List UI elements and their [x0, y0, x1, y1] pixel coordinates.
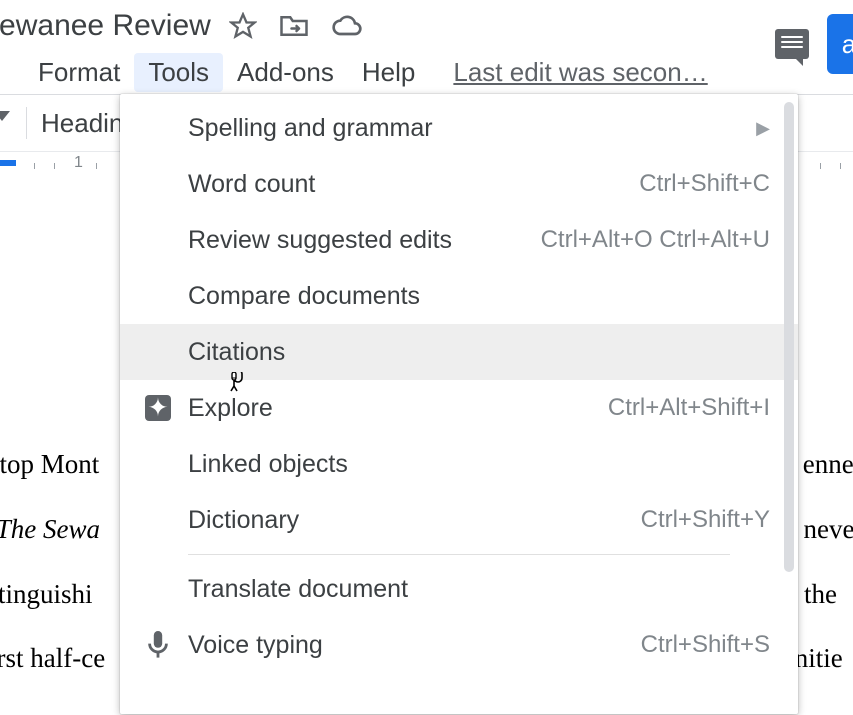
menu-explore[interactable]: ✦ Explore Ctrl+Alt+Shift+I — [120, 380, 798, 436]
doc-text: istinguishi — [0, 579, 93, 609]
star-icon[interactable] — [229, 12, 257, 40]
menu-label: Translate document — [188, 575, 408, 604]
menu-addons[interactable]: Add-ons — [223, 53, 348, 92]
last-edit-link[interactable]: Last edit was secon… — [453, 57, 707, 88]
menu-format[interactable]: Format — [24, 53, 134, 92]
menu-label: Dictionary — [188, 506, 299, 535]
menu-label: Voice typing — [188, 631, 323, 660]
menu-bar: Format Tools Add-ons Help Last edit was … — [0, 50, 853, 94]
menu-tools[interactable]: Tools — [134, 53, 223, 92]
menu-compare-documents[interactable]: Compare documents — [120, 268, 798, 324]
menu-dictionary[interactable]: Dictionary Ctrl+Shift+Y — [120, 492, 798, 548]
menu-linked-objects[interactable]: Linked objects — [120, 436, 798, 492]
share-icon: a — [842, 29, 853, 60]
doc-text: neve — [804, 514, 853, 544]
menu-label: Word count — [188, 170, 315, 199]
tools-dropdown: Spelling and grammar ▶ Word count Ctrl+S… — [120, 94, 798, 714]
doc-text: first half-ce — [0, 643, 105, 673]
share-button[interactable]: a — [827, 14, 853, 74]
menu-help[interactable]: Help — [348, 53, 429, 92]
comments-icon[interactable] — [775, 29, 809, 59]
submenu-arrow-icon: ▶ — [756, 118, 770, 139]
menu-label: Linked objects — [188, 450, 348, 479]
cloud-status-icon[interactable] — [331, 14, 363, 38]
menu-shortcut: Ctrl+Shift+C — [639, 170, 770, 198]
menu-citations[interactable]: Citations — [120, 324, 798, 380]
title-icons — [229, 12, 363, 40]
doc-text: the — [804, 579, 837, 609]
toolbar-separator — [26, 107, 27, 139]
menu-label: Spelling and grammar — [188, 114, 433, 143]
doc-text-italic: The Sewa — [0, 514, 100, 544]
menu-shortcut: Ctrl+Shift+Y — [641, 506, 770, 534]
menu-spelling-grammar[interactable]: Spelling and grammar ▶ — [120, 100, 798, 156]
ruler-number: 1 — [74, 154, 83, 172]
doc-text: Atop Mont — [0, 449, 99, 479]
menu-label: Citations — [188, 338, 285, 367]
doc-text: enne — [803, 449, 853, 479]
menu-review-suggested[interactable]: Review suggested edits Ctrl+Alt+O Ctrl+A… — [120, 212, 798, 268]
menu-divider — [188, 554, 730, 555]
menu-shortcut: Ctrl+Alt+O Ctrl+Alt+U — [541, 226, 770, 254]
menu-shortcut: Ctrl+Alt+Shift+I — [608, 394, 770, 422]
paragraph-style-dropdown[interactable]: Headin — [41, 108, 123, 139]
scrollbar-thumb[interactable] — [784, 102, 794, 572]
menu-voice-typing[interactable]: Voice typing Ctrl+Shift+S — [120, 617, 798, 673]
menu-translate-document[interactable]: Translate document — [120, 561, 798, 617]
doc-text: nitie — [795, 643, 843, 673]
header-right: a — [775, 0, 853, 74]
title-row: e Sewanee Review — [0, 0, 853, 50]
chevron-down-icon[interactable] — [0, 111, 10, 121]
move-folder-icon[interactable] — [279, 13, 309, 39]
document-title[interactable]: e Sewanee Review — [0, 9, 211, 43]
menu-label: Review suggested edits — [188, 226, 452, 255]
menu-label: Compare documents — [188, 282, 420, 311]
menu-shortcut: Ctrl+Shift+S — [641, 631, 770, 659]
dropdown-scrollbar[interactable] — [784, 102, 794, 702]
ruler-indent-marker[interactable] — [0, 160, 16, 166]
microphone-icon — [144, 631, 172, 659]
menu-word-count[interactable]: Word count Ctrl+Shift+C — [120, 156, 798, 212]
menu-label: Explore — [188, 394, 273, 423]
explore-icon: ✦ — [144, 394, 172, 422]
